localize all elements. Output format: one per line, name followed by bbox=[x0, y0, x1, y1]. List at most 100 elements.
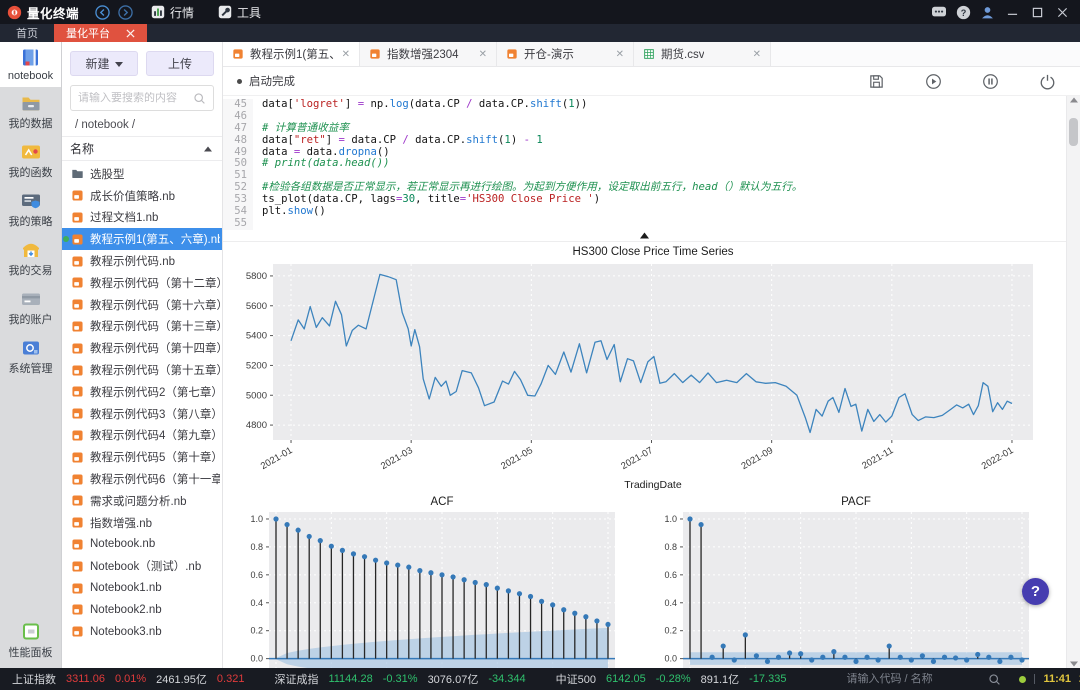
file-row-notebook[interactable]: 教程示例代码2（第七章）.nb bbox=[62, 381, 222, 403]
tab-close-icon[interactable]: ✕ bbox=[479, 49, 487, 60]
line-number: 55 bbox=[223, 218, 253, 230]
search-box[interactable] bbox=[70, 85, 214, 111]
file-row-notebook[interactable]: 过程文档1.nb bbox=[62, 207, 222, 229]
tab-close-icon[interactable]: ✕ bbox=[753, 49, 761, 60]
svg-text:?: ? bbox=[961, 7, 967, 17]
sidebar-item-my-strategies[interactable]: 我的策略 bbox=[0, 185, 61, 234]
file-row-folder[interactable]: 选股型 bbox=[62, 163, 222, 185]
svg-text:5400: 5400 bbox=[246, 330, 267, 341]
quote-search-input[interactable] bbox=[846, 673, 988, 685]
file-row-notebook[interactable]: 教程示例代码（第十四章）.nb bbox=[62, 337, 222, 359]
code-line[interactable]: 45data['logret'] = np.log(data.CP / data… bbox=[223, 99, 1066, 111]
file-row-notebook[interactable]: Notebook3.nb bbox=[62, 621, 222, 643]
svg-text:2021-03: 2021-03 bbox=[379, 445, 415, 472]
file-row-notebook[interactable]: 教程示例代码.nb bbox=[62, 250, 222, 272]
svg-text:2021-09: 2021-09 bbox=[739, 445, 775, 472]
editor-tab[interactable]: 开仓-演示 ✕ bbox=[497, 42, 634, 66]
scrollbar-thumb[interactable] bbox=[1069, 118, 1078, 146]
code-editor[interactable]: 45data['logret'] = np.log(data.CP / data… bbox=[223, 96, 1066, 230]
svg-text:2022-01: 2022-01 bbox=[980, 445, 1016, 472]
file-row-notebook[interactable]: 教程示例代码（第十五章）.nb bbox=[62, 359, 222, 381]
minimize-button[interactable] bbox=[1004, 7, 1020, 18]
close-button[interactable] bbox=[1054, 7, 1070, 18]
quote-search[interactable] bbox=[846, 673, 1001, 686]
editor-tab[interactable]: 教程示例1(第五、六章).nb✕ bbox=[223, 42, 360, 66]
market-icon bbox=[151, 5, 165, 19]
code-line[interactable]: 46 bbox=[223, 111, 1066, 123]
tab-close-icon[interactable]: ✕ bbox=[342, 49, 350, 60]
sidebar-item-label: 我的策略 bbox=[9, 213, 53, 229]
help-icon[interactable]: ? bbox=[956, 5, 971, 20]
file-row-notebook[interactable]: Notebook.nb bbox=[62, 534, 222, 556]
file-name: 教程示例代码（第十三章）.nb bbox=[90, 318, 220, 334]
file-row-notebook[interactable]: Notebook（测试）.nb bbox=[62, 555, 222, 577]
file-row-notebook[interactable]: 成长价值策略.nb bbox=[62, 185, 222, 207]
nav-forward-icon[interactable] bbox=[118, 5, 133, 20]
breadcrumb[interactable]: / notebook / bbox=[62, 118, 222, 136]
file-row-notebook[interactable]: 教程示例1(第五、六章).nb bbox=[62, 228, 222, 250]
editor-tab[interactable]: 期货.csv✕ bbox=[634, 42, 771, 66]
shutdown-button[interactable] bbox=[1039, 73, 1056, 90]
sidebar-item-my-data[interactable]: 我的数据 bbox=[0, 87, 61, 136]
caret-up-icon bbox=[640, 232, 649, 239]
svg-text:0.0: 0.0 bbox=[664, 653, 677, 663]
nav-back-icon[interactable] bbox=[95, 5, 110, 20]
tools-icon bbox=[218, 5, 232, 19]
sidebar-item-my-functions[interactable]: 我的函数 bbox=[0, 136, 61, 185]
file-row-notebook[interactable]: 教程示例代码5（第十章）.nb bbox=[62, 446, 222, 468]
file-row-notebook[interactable]: 需求或问题分析.nb bbox=[62, 490, 222, 512]
search-input[interactable] bbox=[78, 92, 189, 104]
upload-button[interactable]: 上传 bbox=[146, 51, 214, 76]
code-line[interactable]: 53ts_plot(data.CP, lags=30, title='HS300… bbox=[223, 194, 1066, 206]
file-row-notebook[interactable]: 教程示例代码（第十二章）.nb bbox=[62, 272, 222, 294]
editor-tab[interactable]: 指数增强2304✕ bbox=[360, 42, 497, 66]
file-row-notebook[interactable]: 教程示例代码（第十三章）.nb bbox=[62, 316, 222, 338]
tab-quant-platform[interactable]: 量化平台 bbox=[54, 24, 147, 42]
file-row-notebook[interactable]: 教程示例代码（第十六章）.nb bbox=[62, 294, 222, 316]
file-name: 教程示例代码（第十五章）.nb bbox=[90, 362, 220, 378]
user-icon[interactable] bbox=[980, 5, 995, 20]
tab-quant-platform-label: 量化平台 bbox=[66, 25, 110, 41]
code-line[interactable]: 50# print(data.head()) bbox=[223, 158, 1066, 170]
code-line[interactable]: 54plt.show() bbox=[223, 206, 1066, 218]
notebook-content: 45data['logret'] = np.log(data.CP / data… bbox=[223, 96, 1080, 668]
collapse-output-button[interactable] bbox=[223, 230, 1066, 241]
file-list-header[interactable]: 名称 bbox=[62, 136, 222, 161]
file-row-notebook[interactable]: 教程示例代码4（第九章）.nb bbox=[62, 425, 222, 447]
scroll-up-icon[interactable] bbox=[1067, 97, 1080, 103]
message-icon[interactable] bbox=[931, 5, 947, 19]
notebook-icon bbox=[20, 48, 42, 68]
file-row-notebook[interactable]: Notebook1.nb bbox=[62, 577, 222, 599]
sidebar-item-my-account[interactable]: 我的账户 bbox=[0, 283, 61, 332]
file-row-notebook[interactable]: 教程示例代码3（第八章）.nb bbox=[62, 403, 222, 425]
editor-tabs: 教程示例1(第五、六章).nb✕指数增强2304✕开仓-演示✕期货.csv✕ bbox=[223, 42, 1080, 67]
help-button[interactable]: ? bbox=[1022, 578, 1049, 605]
svg-text:1.0: 1.0 bbox=[250, 514, 263, 524]
file-name: 成长价值策略.nb bbox=[90, 188, 175, 204]
tab-close-icon[interactable]: ✕ bbox=[616, 49, 624, 60]
index-quote: 上证指数3311.060.01%2461.95亿0.321 bbox=[12, 671, 244, 687]
run-button[interactable] bbox=[925, 73, 942, 90]
sidebar-item-notebook[interactable]: notebook bbox=[0, 42, 61, 87]
maximize-button[interactable] bbox=[1029, 7, 1045, 18]
sidebar-item-performance[interactable]: 性能面板 bbox=[0, 616, 61, 665]
tab-home[interactable]: 首页 bbox=[0, 24, 54, 42]
file-row-notebook[interactable]: 教程示例代码6（第十一章）.nb bbox=[62, 468, 222, 490]
save-button[interactable] bbox=[868, 73, 885, 90]
file-row-notebook[interactable]: Notebook2.nb bbox=[62, 599, 222, 621]
menu-market[interactable]: 行情 bbox=[151, 4, 194, 21]
sidebar-item-my-trades[interactable]: 我的交易 bbox=[0, 234, 61, 283]
scroll-down-icon[interactable] bbox=[1067, 661, 1080, 667]
code-line[interactable]: 55 bbox=[223, 218, 1066, 230]
new-button[interactable]: 新建 bbox=[70, 51, 138, 76]
file-row-notebook[interactable]: 指数增强.nb bbox=[62, 512, 222, 534]
pause-button[interactable] bbox=[982, 73, 999, 90]
statusbar: 上证指数3311.060.01%2461.95亿0.321深证成指11144.2… bbox=[0, 668, 1080, 690]
menu-tools[interactable]: 工具 bbox=[218, 4, 261, 21]
sort-asc-icon[interactable] bbox=[204, 146, 212, 152]
index-pct: -0.31% bbox=[383, 673, 418, 685]
close-icon[interactable] bbox=[126, 29, 135, 38]
editor-tab-label: 开仓-演示 bbox=[524, 46, 574, 62]
vertical-scrollbar[interactable] bbox=[1066, 96, 1080, 668]
sidebar-item-system-admin[interactable]: 系统管理 bbox=[0, 332, 61, 381]
